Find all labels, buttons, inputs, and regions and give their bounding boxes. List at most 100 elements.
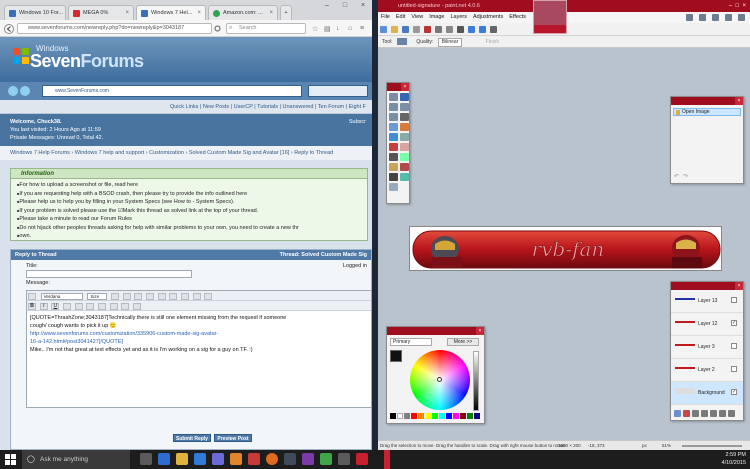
maximize-button[interactable]: □	[336, 0, 354, 12]
message-textarea[interactable]: [QUOTE=ThrashZone;3043187]Technically th…	[27, 311, 371, 357]
download-icon[interactable]: ↓	[336, 25, 340, 32]
indent-icon[interactable]	[133, 302, 142, 310]
save-icon[interactable]	[402, 25, 409, 33]
bookmarks-icon[interactable]: ▤	[324, 25, 331, 33]
close-icon[interactable]: ×	[735, 97, 743, 105]
paste-icon[interactable]	[446, 25, 453, 33]
cut-icon[interactable]	[424, 25, 431, 33]
color-wheel[interactable]	[410, 350, 470, 410]
minimize-button[interactable]: –	[318, 0, 336, 12]
redo-icon[interactable]	[204, 292, 213, 300]
size-select[interactable]: Size	[87, 292, 108, 300]
menu-file[interactable]: File	[378, 12, 393, 23]
submit-reply-button[interactable]: Submit Reply	[173, 434, 211, 442]
layer-row[interactable]: Layer 2	[671, 359, 743, 382]
layer-visibility-checkbox[interactable]	[731, 297, 737, 303]
pencil-icon[interactable]	[389, 153, 398, 161]
firefox-icon[interactable]	[266, 453, 278, 465]
line-icon[interactable]	[400, 173, 409, 181]
palette-swatch[interactable]	[453, 413, 459, 419]
nvidia-icon[interactable]	[320, 453, 332, 465]
crop-icon[interactable]	[457, 25, 464, 33]
store-icon[interactable]	[194, 453, 206, 465]
preview-post-button[interactable]: Preview Post	[214, 434, 252, 442]
thread-label[interactable]: Thread: Solved Custom Made Sig	[280, 250, 371, 260]
font-icon[interactable]	[28, 292, 36, 300]
message-link[interactable]: http://www.sevenforums.com/customization…	[30, 330, 368, 338]
close-icon[interactable]: ×	[125, 10, 129, 16]
delete-layer-icon[interactable]	[683, 410, 690, 417]
back-icon[interactable]	[8, 86, 18, 96]
palette-swatch[interactable]	[446, 413, 452, 419]
palette-swatch[interactable]	[390, 413, 396, 419]
forum-nav-links[interactable]: Quick Links | New Posts | UserCP | Tutor…	[0, 100, 372, 114]
breadcrumb-text[interactable]: Windows 7 Help Forums › Windows 7 help a…	[10, 150, 333, 156]
file-explorer-icon[interactable]	[176, 453, 188, 465]
tab-amazon[interactable]: Amazon.com: ... ×	[208, 5, 278, 20]
open-icon[interactable]	[391, 25, 398, 33]
color-mode-select[interactable]: Primary	[390, 338, 432, 346]
taskbar-search-input[interactable]: ◯ Ask me anything	[22, 450, 130, 469]
ellipse-select-icon[interactable]	[389, 113, 398, 121]
recolor-icon[interactable]	[400, 163, 409, 171]
palette-swatch[interactable]	[404, 413, 410, 419]
layer-visibility-checkbox[interactable]: ✓	[731, 389, 737, 395]
color-wheel-cursor[interactable]	[437, 377, 442, 382]
code-icon[interactable]	[181, 292, 190, 300]
menu-view[interactable]: View	[408, 12, 426, 23]
layer-visibility-checkbox[interactable]	[731, 366, 737, 372]
palette-swatch[interactable]	[425, 413, 431, 419]
layer-visibility-checkbox[interactable]: ✓	[731, 320, 737, 326]
layer-properties-icon[interactable]	[728, 410, 735, 417]
private-messages-link[interactable]: Private Messages: Unread 0, Total 42.	[10, 134, 362, 142]
ie-icon[interactable]	[158, 453, 170, 465]
forward-icon[interactable]	[20, 86, 30, 96]
menu-effects[interactable]: Effects	[506, 12, 529, 23]
menu-edit[interactable]: Edit	[393, 12, 408, 23]
font-select[interactable]: Verdana	[40, 292, 83, 300]
layer-visibility-checkbox[interactable]	[731, 343, 737, 349]
link-icon[interactable]	[134, 292, 143, 300]
tab-mega[interactable]: MEGA 0% ×	[68, 5, 134, 20]
forum-nav-text[interactable]: Quick Links | New Posts | UserCP | Tutor…	[170, 104, 366, 110]
system-clock[interactable]: 2:59 PM 4/10/2015	[722, 451, 746, 467]
palette-swatch[interactable]	[411, 413, 417, 419]
app-icon[interactable]	[302, 453, 314, 465]
quote-icon[interactable]	[169, 292, 178, 300]
color-picker-icon[interactable]	[400, 153, 409, 161]
close-icon[interactable]: ×	[735, 282, 743, 290]
align-right-icon[interactable]	[86, 302, 95, 310]
inner-search-field[interactable]	[308, 85, 368, 97]
magic-wand-icon[interactable]	[389, 123, 398, 131]
palette-swatch[interactable]	[418, 413, 424, 419]
bold-button[interactable]: B	[28, 302, 36, 310]
outdent-icon[interactable]	[121, 302, 130, 310]
rectangle-select-icon[interactable]	[389, 93, 398, 101]
layer-down-icon[interactable]	[719, 410, 726, 417]
italic-button[interactable]: I	[39, 302, 48, 310]
title-input[interactable]	[26, 270, 192, 278]
undo-icon[interactable]	[468, 25, 475, 33]
status-units[interactable]: px	[642, 441, 647, 450]
duplicate-layer-icon[interactable]	[692, 410, 699, 417]
steam-icon[interactable]	[284, 453, 296, 465]
forum-logo[interactable]: SevenForums	[30, 51, 144, 72]
vlc-icon[interactable]	[230, 453, 242, 465]
menu-image[interactable]: Image	[426, 12, 447, 23]
panel-toggle-icons[interactable]	[684, 14, 748, 21]
chrome-icon[interactable]	[248, 453, 260, 465]
paint-bucket-icon[interactable]	[389, 133, 398, 141]
app-icon[interactable]	[212, 453, 224, 465]
text-icon[interactable]	[389, 173, 398, 181]
star-icon[interactable]: ☆	[312, 25, 318, 33]
move-tool-icon[interactable]	[396, 38, 407, 46]
start-windows-icon[interactable]	[5, 454, 16, 465]
inner-address-field[interactable]: www.SevenForums.com	[42, 85, 302, 97]
lasso-icon[interactable]	[389, 103, 398, 111]
text-color-icon[interactable]	[111, 292, 120, 300]
breadcrumb[interactable]: Windows 7 Help Forums › Windows 7 help a…	[0, 146, 372, 160]
url-bar[interactable]: www.sevenforums.com/newreply.php?do=newr…	[17, 23, 212, 34]
close-icon[interactable]: ×	[401, 83, 409, 91]
zoom-level[interactable]: 51%	[662, 441, 671, 450]
gradient-icon[interactable]	[400, 133, 409, 141]
